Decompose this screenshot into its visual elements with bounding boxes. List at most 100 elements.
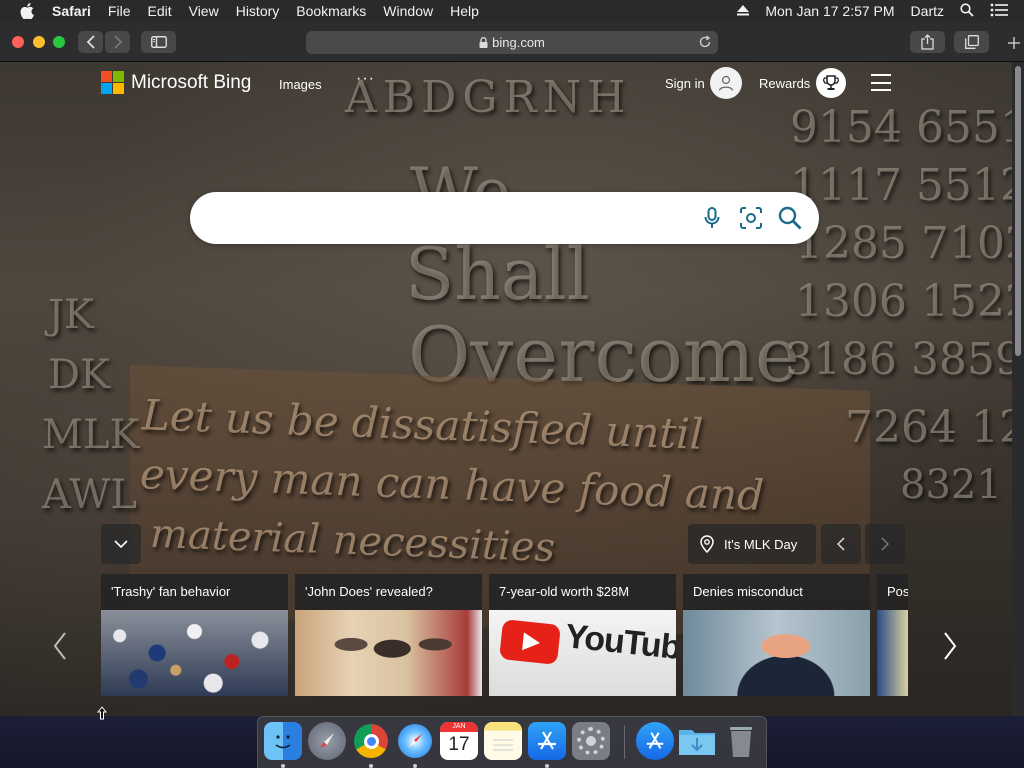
menu-edit[interactable]: Edit — [147, 3, 171, 19]
menubar-user[interactable]: Dartz — [911, 3, 944, 19]
running-indicator — [369, 764, 373, 768]
safari-toolbar: bing.com — [0, 22, 1024, 62]
image-info-label: It's MLK Day — [724, 536, 798, 552]
collapse-feed-button[interactable] — [101, 524, 141, 564]
search-icon[interactable] — [778, 206, 802, 230]
search-box — [190, 192, 819, 244]
calendar-icon[interactable]: JAN 17 — [440, 722, 478, 760]
chevron-right-icon — [944, 632, 957, 660]
notes-icon[interactable] — [484, 722, 522, 760]
system-preferences-icon[interactable] — [572, 722, 610, 760]
launchpad-icon[interactable] — [308, 722, 346, 760]
wall-number-3: 1285 7102 — [795, 218, 1012, 269]
wall-number-6: 7264 12 — [845, 402, 1012, 453]
microphone-icon[interactable] — [700, 206, 724, 230]
news-card-caption: Posi — [877, 574, 908, 610]
location-pin-icon — [700, 535, 714, 553]
news-card-image-courtroom-sketch — [295, 610, 482, 696]
sidebar-toggle-button[interactable] — [141, 31, 176, 53]
news-card-caption: 'Trashy' fan behavior — [101, 574, 288, 610]
apple-menu-icon[interactable] — [20, 3, 36, 19]
news-card-image-speaker — [683, 610, 870, 696]
spotlight-search-icon[interactable] — [960, 2, 974, 20]
news-card-image-youtube: YouTube — [489, 610, 676, 696]
tab-overview-button[interactable] — [954, 31, 989, 53]
mouse-cursor-icon — [96, 706, 108, 723]
rewards-link[interactable]: Rewards — [759, 76, 810, 91]
share-button[interactable] — [910, 31, 945, 53]
chevron-right-icon — [881, 537, 889, 551]
bing-homepage: ABDGRNH We Shall Overcome Let us be diss… — [0, 62, 1012, 716]
search-input[interactable] — [214, 204, 694, 232]
chevron-down-icon — [114, 540, 128, 548]
trophy-icon[interactable] — [816, 68, 846, 98]
nav-more-icon[interactable]: ··· — [356, 70, 375, 88]
running-indicator — [281, 764, 285, 768]
menu-history[interactable]: History — [236, 3, 280, 19]
app-store-icon[interactable] — [528, 722, 566, 760]
safari-icon[interactable] — [396, 722, 434, 760]
wall-number-4: 1306 1522 — [795, 276, 1012, 327]
notification-center-icon[interactable] — [990, 3, 1008, 20]
wall-text-side-3: MLK — [42, 412, 140, 458]
menu-help[interactable]: Help — [450, 3, 479, 19]
wall-number-2: 1117 5512 — [790, 160, 1012, 211]
news-card-caption: Denies misconduct — [683, 574, 870, 610]
nav-images-link[interactable]: Images — [279, 77, 322, 92]
reload-icon[interactable] — [698, 35, 712, 49]
window-minimize-button[interactable] — [33, 36, 45, 48]
wall-number-7: 8321 — [900, 462, 1002, 508]
bing-logo[interactable]: Microsoft Bing — [101, 71, 251, 94]
news-card[interactable]: Posi — [877, 574, 908, 696]
chevron-left-icon — [53, 632, 66, 660]
news-card-caption: 'John Does' revealed? — [295, 574, 482, 610]
chrome-icon[interactable] — [352, 722, 390, 760]
running-indicator — [545, 764, 549, 768]
carousel-prev-button[interactable] — [48, 628, 72, 664]
menu-file[interactable]: File — [108, 3, 131, 19]
sign-in-link[interactable]: Sign in — [665, 76, 705, 91]
macos-dock: JAN 17 — [257, 716, 767, 768]
menu-app-safari[interactable]: Safari — [52, 3, 91, 19]
news-card[interactable]: 'Trashy' fan behavior — [101, 574, 288, 696]
wall-text-shall: Shall — [405, 232, 590, 316]
address-bar[interactable]: bing.com — [306, 31, 718, 54]
carousel-next-button[interactable] — [938, 628, 962, 664]
finder-icon[interactable] — [264, 722, 302, 760]
menu-view[interactable]: View — [189, 3, 219, 19]
page-scrollbar[interactable] — [1012, 62, 1024, 716]
eject-icon[interactable] — [737, 3, 750, 19]
microsoft-logo-icon — [101, 71, 124, 94]
scrollbar-thumb[interactable] — [1015, 66, 1021, 356]
hamburger-menu-icon[interactable] — [871, 74, 891, 91]
window-close-button[interactable] — [12, 36, 24, 48]
wall-text-side-2: DK — [48, 352, 110, 398]
news-card[interactable]: Denies misconduct — [683, 574, 870, 696]
wall-text-side-4: AWL — [42, 472, 137, 518]
news-card[interactable]: 'John Does' revealed? — [295, 574, 482, 696]
calendar-day: 17 — [448, 734, 470, 755]
wall-text-letters: ABDGRNH — [345, 72, 632, 123]
window-zoom-button[interactable] — [53, 36, 65, 48]
new-tab-plus-icon[interactable] — [1008, 33, 1020, 54]
avatar-icon[interactable] — [710, 67, 742, 99]
previous-image-button[interactable] — [821, 524, 861, 564]
back-button[interactable] — [78, 31, 103, 53]
dock-separator — [624, 725, 625, 759]
downloads-folder-icon[interactable] — [678, 722, 716, 760]
next-image-button[interactable] — [865, 524, 905, 564]
menubar-clock[interactable]: Mon Jan 17 2:57 PM — [765, 3, 894, 19]
chevron-left-icon — [837, 537, 845, 551]
forward-button[interactable] — [105, 31, 130, 53]
macos-menubar: Safari File Edit View History Bookmarks … — [0, 0, 1024, 22]
image-info-button[interactable]: It's MLK Day — [688, 524, 816, 564]
app-store-download-icon[interactable] — [636, 722, 674, 760]
news-card[interactable]: 7-year-old worth $28M YouTube — [489, 574, 676, 696]
menu-window[interactable]: Window — [383, 3, 433, 19]
youtube-play-icon — [499, 619, 561, 665]
news-card-image-partial — [877, 610, 908, 696]
menu-bookmarks[interactable]: Bookmarks — [296, 3, 366, 19]
visual-search-icon[interactable] — [739, 206, 763, 230]
calendar-month: JAN — [440, 722, 478, 732]
trash-icon[interactable] — [722, 722, 760, 760]
